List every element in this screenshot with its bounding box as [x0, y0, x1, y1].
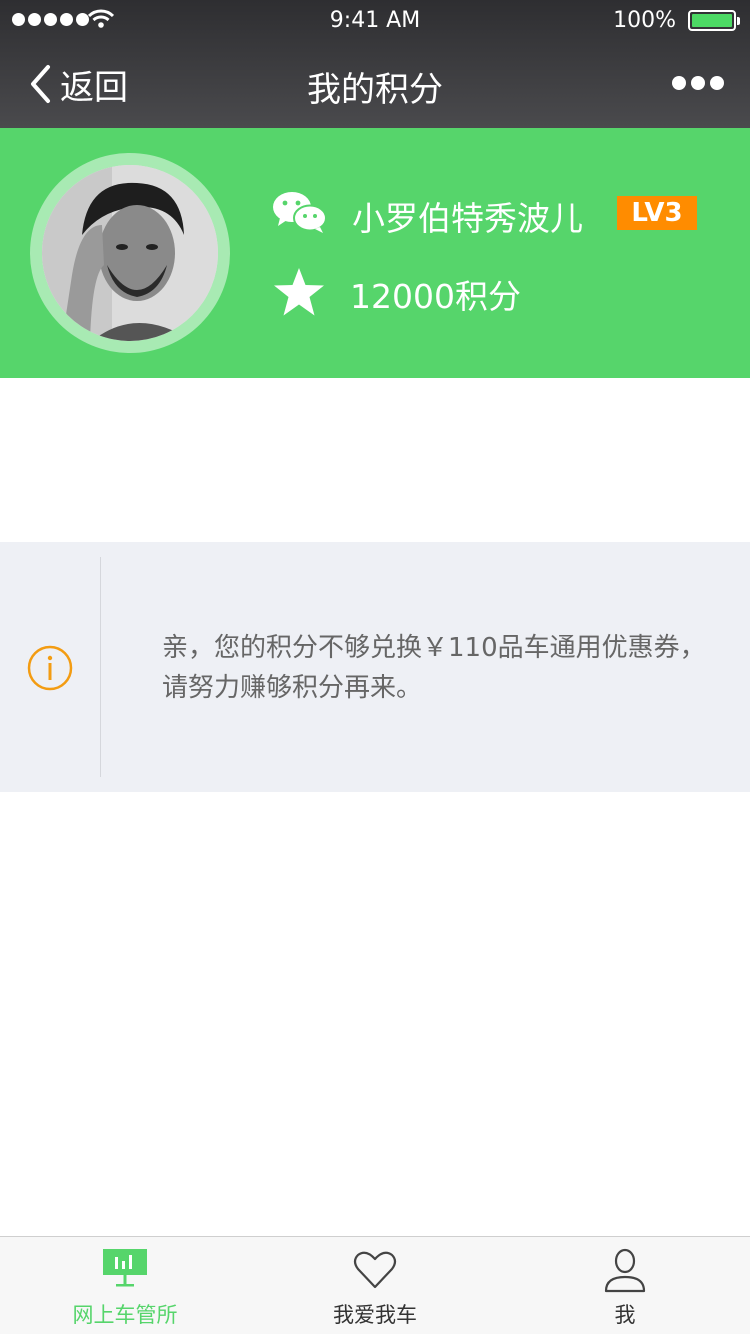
avatar-photo: [42, 165, 218, 341]
battery-icon: [688, 10, 740, 31]
avatar[interactable]: [42, 165, 218, 341]
more-dots-icon: [672, 76, 686, 90]
tab-label: 我: [614, 1303, 636, 1327]
level-badge: LV3: [617, 196, 697, 230]
points-total: 12000积分: [350, 277, 521, 316]
wechat-icon: [273, 192, 327, 233]
tab-me[interactable]: 我: [500, 1237, 750, 1334]
more-button[interactable]: [672, 76, 724, 90]
status-bar: 9:41 AM 100%: [0, 0, 750, 40]
notice-divider: [100, 557, 101, 777]
back-label: 返回: [60, 67, 128, 108]
tab-my-car[interactable]: 我爱我车: [250, 1237, 500, 1334]
notice-message: 亲，您的积分不够兑换￥110品车通用优惠券，请努力赚够积分再来。: [162, 633, 706, 703]
top-bar: 9:41 AM 100% 返回 我的积分: [0, 0, 750, 128]
back-button[interactable]: 返回: [28, 62, 128, 108]
navigation-bar: 返回 我的积分: [0, 40, 750, 128]
battery-percentage: 100%: [613, 8, 676, 33]
profile-header: 小罗伯特秀波儿 LV3 12000积分: [0, 128, 750, 378]
info-icon: [27, 645, 73, 691]
notice-panel: 亲，您的积分不够兑换￥110品车通用优惠券，请努力赚够积分再来。: [0, 542, 750, 792]
heart-icon: [353, 1251, 397, 1289]
dashboard-icon: [103, 1249, 147, 1287]
tab-label: 我爱我车: [333, 1303, 417, 1327]
chevron-left-icon: [31, 65, 50, 103]
star-icon: [274, 268, 324, 316]
tab-vehicle-office[interactable]: 网上车管所: [0, 1237, 250, 1334]
avatar-ring: [30, 153, 230, 353]
tab-label: 网上车管所: [72, 1303, 178, 1327]
username: 小罗伯特秀波儿: [352, 199, 583, 238]
tab-bar: 网上车管所 我爱我车 我: [0, 1236, 750, 1334]
person-icon: [604, 1248, 646, 1293]
